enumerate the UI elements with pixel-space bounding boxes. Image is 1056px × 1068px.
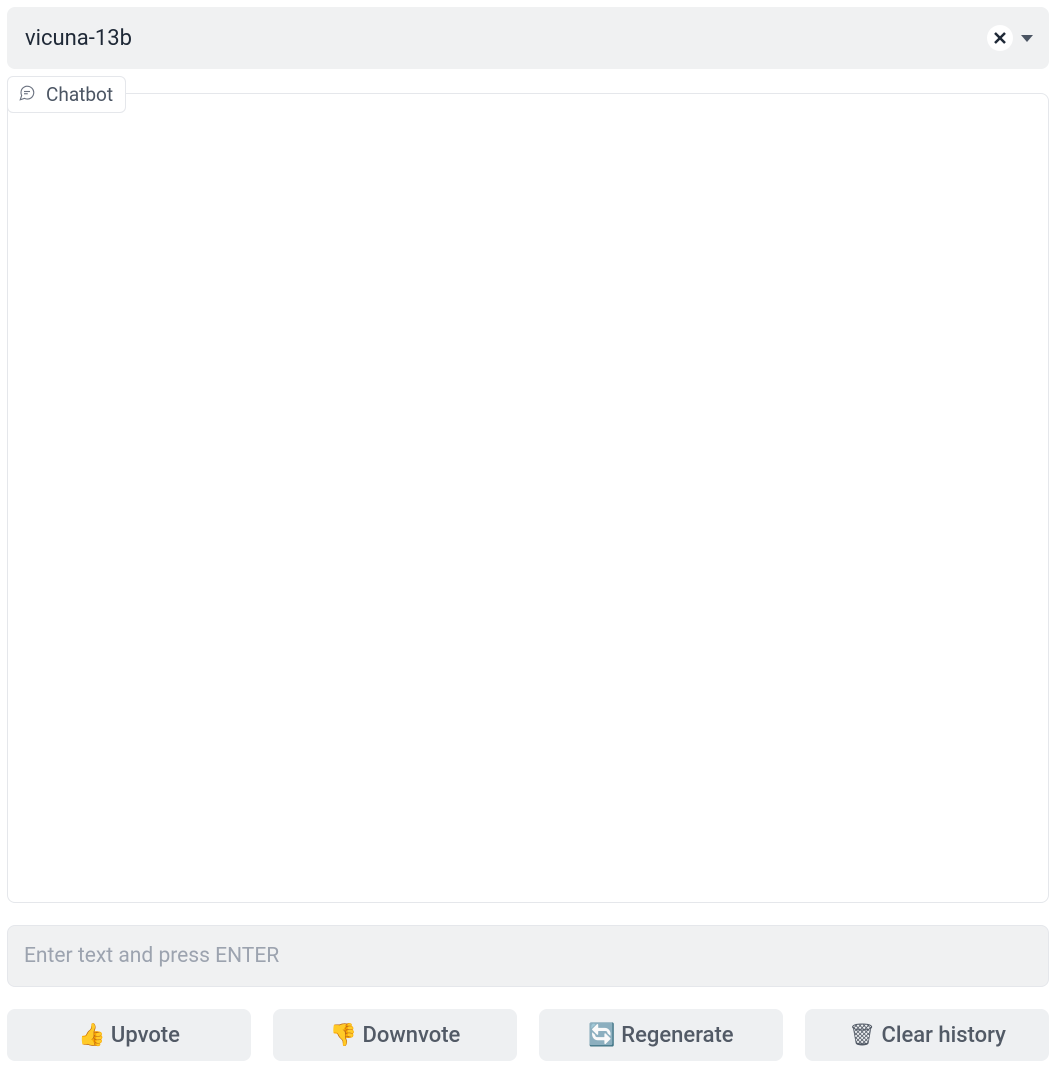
- model-selector-value: vicuna-13b: [25, 26, 987, 51]
- chat-icon: [18, 84, 36, 106]
- chat-label-tab: Chatbot: [7, 76, 126, 113]
- chat-label: Chatbot: [46, 83, 113, 106]
- upvote-button[interactable]: 👍 Upvote: [7, 1009, 251, 1061]
- model-selector[interactable]: vicuna-13b: [7, 7, 1049, 69]
- message-input-row: [7, 925, 1049, 987]
- regenerate-button[interactable]: 🔄 Regenerate: [539, 1009, 783, 1061]
- clear-model-button[interactable]: [987, 25, 1013, 51]
- clear-history-button[interactable]: 🗑 Clear history: [805, 1009, 1049, 1061]
- x-icon: [993, 31, 1007, 45]
- downvote-button[interactable]: 👎 Downvote: [273, 1009, 517, 1061]
- action-button-bar: 👍 Upvote 👎 Downvote 🔄 Regenerate 🗑 Clear…: [7, 1009, 1049, 1061]
- model-selector-controls: [987, 25, 1037, 51]
- chevron-down-icon[interactable]: [1021, 35, 1033, 42]
- chat-panel: Chatbot: [7, 93, 1049, 903]
- message-input[interactable]: [24, 944, 1032, 968]
